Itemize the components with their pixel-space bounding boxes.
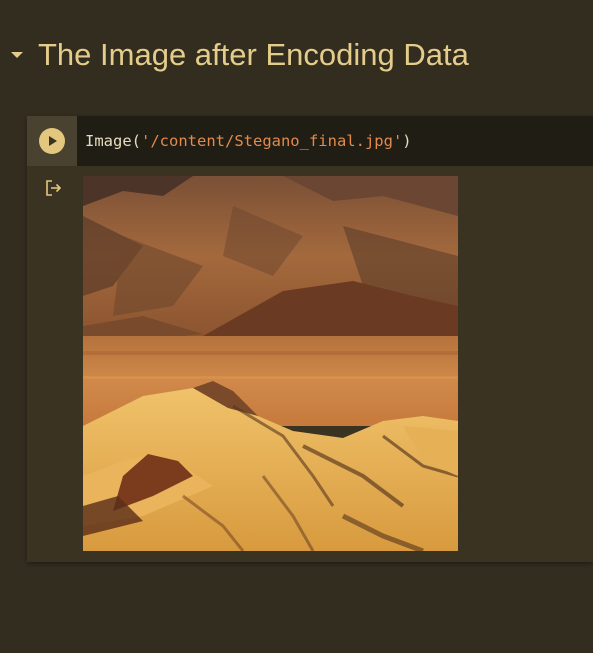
notebook-page: The Image after Encoding Data Image('/co… (0, 0, 593, 653)
run-gutter (27, 116, 77, 166)
section-header: The Image after Encoding Data (0, 30, 593, 80)
cell-output (27, 166, 593, 562)
code-cell[interactable]: Image('/content/Stegano_final.jpg') (27, 116, 593, 562)
code-close-paren: ) (402, 132, 412, 150)
output-redirect-icon[interactable] (43, 178, 65, 200)
output-image (83, 176, 458, 551)
run-cell-button[interactable] (39, 128, 65, 154)
code-editor[interactable]: Image('/content/Stegano_final.jpg') (77, 116, 593, 166)
code-function: Image( (85, 132, 141, 150)
section-title: The Image after Encoding Data (38, 37, 469, 72)
play-icon (49, 136, 57, 146)
cell-input: Image('/content/Stegano_final.jpg') (27, 116, 593, 166)
code-string-arg: '/content/Stegano_final.jpg' (141, 132, 403, 150)
caret-down-icon[interactable] (2, 40, 32, 70)
